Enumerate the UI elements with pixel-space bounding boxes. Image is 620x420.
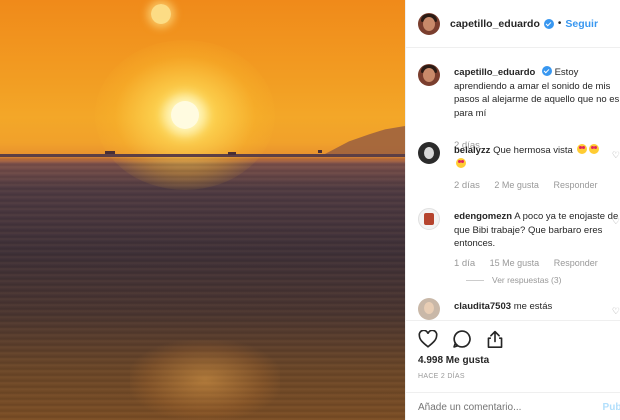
- reply-button[interactable]: Responder: [553, 180, 597, 190]
- comment-like-icon[interactable]: ♡: [612, 216, 620, 227]
- avatar[interactable]: [418, 64, 440, 86]
- comment-likes[interactable]: 15 Me gusta: [490, 258, 540, 268]
- heart-eyes-emoji-icon: [577, 144, 588, 154]
- verified-badge-icon: [541, 66, 552, 76]
- header-username[interactable]: capetillo_eduardo: [450, 18, 540, 30]
- boat: [318, 150, 322, 153]
- comment-likes[interactable]: 2 Me gusta: [494, 180, 539, 190]
- avatar[interactable]: [418, 298, 440, 320]
- comment-like-icon[interactable]: ♡: [612, 306, 620, 317]
- view-replies-button[interactable]: Ver respuestas (3): [466, 275, 561, 285]
- comment-username[interactable]: claudita7503: [454, 301, 511, 312]
- post-time[interactable]: HACE 2 DÍAS: [418, 373, 465, 380]
- comment-text: edengomezn A poco ya te enojaste de que …: [454, 210, 620, 251]
- comment-body: me estás: [513, 301, 553, 312]
- post-photo[interactable]: [0, 0, 405, 420]
- separator-dot: •: [557, 18, 562, 29]
- post-actions: 4.998 Me gusta HACE 2 DÍAS: [406, 320, 620, 400]
- comment-age[interactable]: 2 días: [454, 180, 480, 191]
- comment-text: belalyzz Que hermosa vista: [454, 144, 620, 171]
- reply-button[interactable]: Responder: [554, 258, 598, 268]
- likes-count[interactable]: 4.998 Me gusta: [418, 355, 489, 366]
- boat: [105, 151, 115, 154]
- heart-icon[interactable]: [418, 330, 438, 348]
- comment-meta: 2 días 2 Me gusta Responder: [454, 180, 609, 191]
- comment-input[interactable]: [418, 402, 568, 413]
- avatar[interactable]: [418, 208, 440, 230]
- verified-badge-icon: [543, 18, 554, 29]
- follow-button[interactable]: Seguir: [565, 18, 598, 30]
- post-side-panel: capetillo_eduardo • Seguir capetillo_edu…: [405, 0, 620, 420]
- caption-username[interactable]: capetillo_eduardo: [454, 67, 535, 78]
- comment-icon[interactable]: [452, 329, 472, 349]
- comment-body: Que hermosa vista: [493, 145, 573, 156]
- avatar[interactable]: [418, 142, 440, 164]
- caption-text: capetillo_eduardo Estoy aprendiendo a am…: [454, 66, 620, 120]
- comment-meta: 1 día 15 Me gusta Responder: [454, 258, 610, 269]
- heart-eyes-emoji-icon: [589, 144, 600, 154]
- share-icon[interactable]: [486, 329, 504, 349]
- boat: [228, 152, 236, 155]
- comments-list[interactable]: capetillo_eduardo Estoy aprendiendo a am…: [406, 48, 620, 320]
- avatar[interactable]: [418, 12, 440, 35]
- comment-username[interactable]: edengomezn: [454, 211, 512, 222]
- add-comment-bar: Publi: [406, 392, 620, 420]
- comment-age[interactable]: 1 día: [454, 258, 475, 269]
- post-header: capetillo_eduardo • Seguir: [406, 0, 620, 48]
- comment-username[interactable]: belalyzz: [454, 145, 490, 156]
- publish-button[interactable]: Publi: [603, 402, 620, 413]
- sun-reflection-spot: [151, 4, 171, 24]
- comment-text: claudita7503 me estás: [454, 300, 620, 314]
- mountain-silhouette: [325, 126, 405, 154]
- heart-eyes-emoji-icon: [456, 157, 466, 168]
- sun: [171, 101, 199, 129]
- sun-water-reflection: [130, 340, 280, 420]
- comment-like-icon[interactable]: ♡: [612, 150, 620, 161]
